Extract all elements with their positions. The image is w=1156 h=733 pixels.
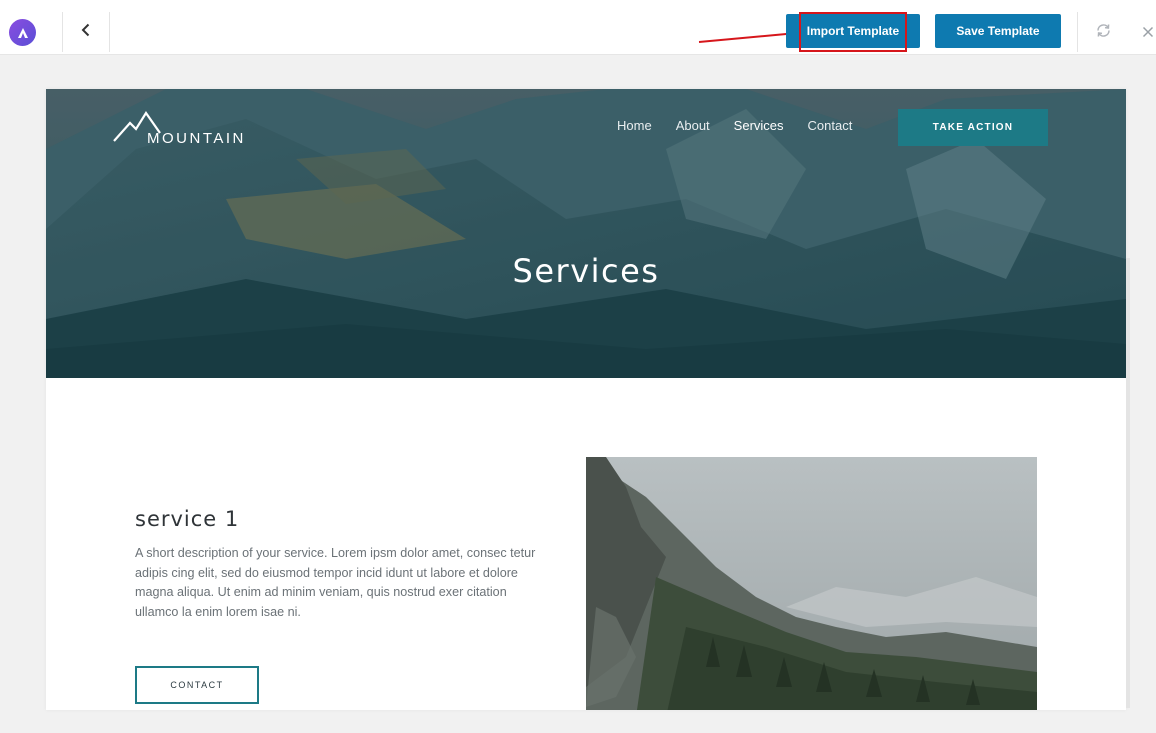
back-button[interactable]: [62, 12, 110, 52]
close-button[interactable]: [1138, 20, 1156, 46]
hero-section: MOUNTAIN Home About Services Contact TAK…: [46, 89, 1126, 378]
brand-logo[interactable]: MOUNTAIN: [112, 107, 272, 151]
app-logo-icon[interactable]: [9, 19, 36, 46]
site-nav: Home About Services Contact: [617, 118, 876, 133]
forest-mountain-image: [586, 457, 1037, 710]
take-action-button[interactable]: TAKE ACTION: [898, 109, 1048, 146]
preview-scrollbar[interactable]: [1126, 258, 1130, 708]
save-template-button[interactable]: Save Template: [935, 14, 1061, 48]
chevron-left-icon: [81, 23, 91, 42]
template-preview: MOUNTAIN Home About Services Contact TAK…: [46, 89, 1126, 710]
brand-name: MOUNTAIN: [147, 130, 246, 147]
refresh-button[interactable]: [1090, 20, 1116, 46]
service-image: [586, 457, 1037, 710]
toolbar-divider: [1077, 12, 1078, 52]
refresh-icon: [1095, 22, 1112, 44]
page-title: Services: [512, 252, 660, 290]
nav-link-services[interactable]: Services: [734, 118, 784, 133]
nav-link-home[interactable]: Home: [617, 118, 652, 133]
service-heading: service 1: [135, 507, 240, 531]
nav-link-contact[interactable]: Contact: [808, 118, 853, 133]
import-template-button[interactable]: Import Template: [786, 14, 920, 48]
nav-link-about[interactable]: About: [676, 118, 710, 133]
close-icon: [1142, 23, 1154, 43]
service-description: A short description of your service. Lor…: [135, 546, 536, 619]
editor-toolbar: Import Template Save Template: [0, 0, 1156, 55]
contact-button[interactable]: CONTACT: [135, 666, 259, 704]
